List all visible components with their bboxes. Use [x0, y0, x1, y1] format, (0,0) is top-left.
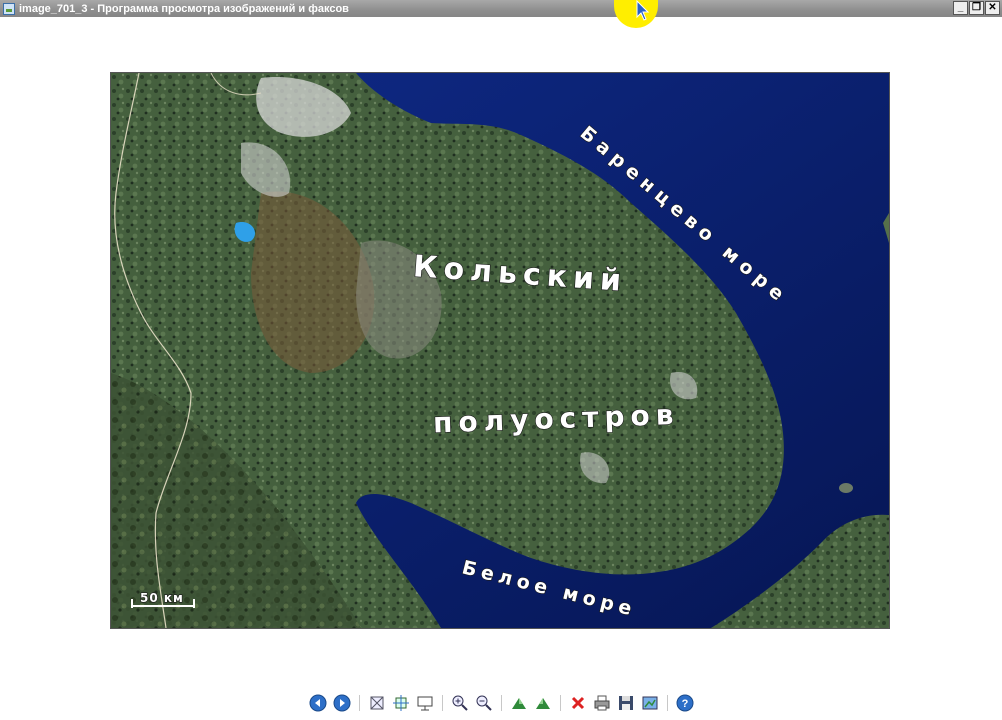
title-bar[interactable]: image_701_3 - Программа просмотра изобра…: [0, 0, 1002, 17]
save-button[interactable]: [616, 694, 636, 712]
zoom-in-button[interactable]: [450, 694, 470, 712]
best-fit-button[interactable]: [367, 694, 387, 712]
toolbar-separator: [358, 695, 360, 711]
toolbar-separator: [441, 695, 443, 711]
arrow-left-icon: [309, 694, 326, 712]
rotate-ccw-icon: [535, 698, 550, 709]
rotate-cw-icon: [511, 698, 526, 709]
actual-size-icon: [392, 695, 409, 711]
zoom-out-icon: [476, 695, 492, 711]
print-icon: [594, 695, 609, 711]
zoom-in-icon: [452, 695, 468, 711]
zoom-out-button[interactable]: [474, 694, 494, 712]
rotate-counterclockwise-button[interactable]: [533, 694, 553, 712]
edit-button[interactable]: [640, 694, 660, 712]
arrow-right-icon: [333, 694, 350, 712]
rotate-clockwise-button[interactable]: [509, 694, 529, 712]
save-icon: [618, 696, 633, 710]
slideshow-button[interactable]: [415, 694, 435, 712]
minimize-button[interactable]: _: [953, 1, 968, 15]
toolbar-separator: [666, 695, 668, 711]
svg-text:?: ?: [681, 698, 688, 710]
close-button[interactable]: ✕: [985, 1, 1000, 15]
scale-label: 50 км: [140, 591, 184, 605]
delete-button[interactable]: [568, 694, 588, 712]
print-button[interactable]: [592, 694, 612, 712]
viewer-toolbar: ?: [0, 693, 1002, 713]
actual-size-button[interactable]: [391, 694, 411, 712]
delete-icon: [571, 696, 584, 710]
image-view[interactable]: Кольский полуостров Баренцево море Белое…: [110, 72, 890, 629]
edit-icon: [642, 696, 657, 710]
window-controls: _ ❐ ✕: [953, 1, 1000, 15]
best-fit-icon: [370, 696, 383, 710]
toolbar-separator: [500, 695, 502, 711]
slideshow-icon: [417, 696, 432, 711]
app-icon: [3, 2, 15, 15]
help-button[interactable]: ?: [675, 694, 695, 712]
mouse-pointer-icon: [636, 0, 650, 21]
previous-image-button[interactable]: [308, 694, 328, 712]
help-icon: ?: [676, 694, 693, 712]
island: [839, 483, 853, 493]
satellite-map: Кольский полуостров Баренцево море Белое…: [111, 73, 889, 628]
next-image-button[interactable]: [332, 694, 352, 712]
restore-button[interactable]: ❐: [969, 1, 984, 15]
toolbar-separator: [559, 695, 561, 711]
window-title: image_701_3 - Программа просмотра изобра…: [19, 2, 349, 15]
